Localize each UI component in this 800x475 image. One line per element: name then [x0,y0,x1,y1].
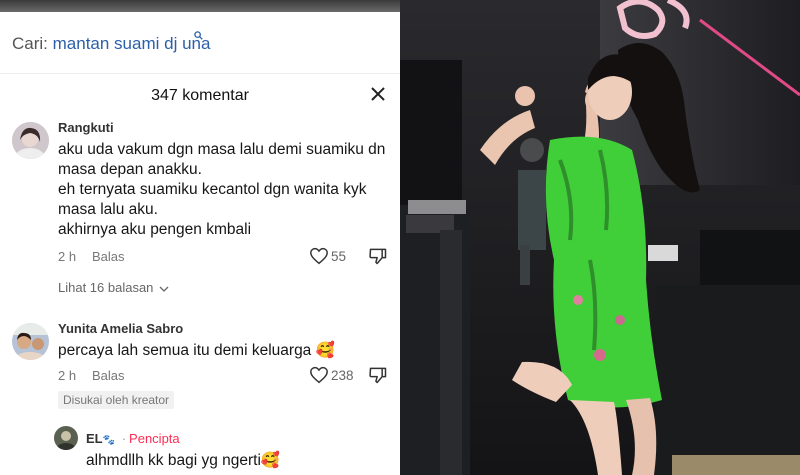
dislike-icon[interactable] [368,365,388,385]
heart-icon[interactable] [309,366,329,384]
search-icon[interactable] [194,31,203,40]
dislike-icon[interactable] [368,246,388,266]
reply-text: alhmdllh kk bagi yg ngerti🥰 [86,451,280,471]
search-query[interactable]: mantan suami dj una [53,34,211,53]
comment-username[interactable]: Rangkuti [58,120,114,135]
comment-username[interactable]: Yunita Amelia Sabro [58,321,183,336]
top-video-strip [0,0,400,12]
comment-line: aku uda vakum dgn masa lalu demi suamiku… [58,141,386,158]
close-icon[interactable] [368,84,388,104]
search-prefix: Cari: [12,34,53,53]
comment-line: masa depan anakku. [58,161,202,178]
comments-panel: Cari: mantan suami dj una 347 komentar R… [0,0,400,475]
reply-username[interactable]: EL🐾 · Pencipta [86,431,180,446]
creator-tag: Pencipta [129,431,180,446]
comment-line: percaya lah semua itu demi keluarga [58,342,312,359]
comments-header: 347 komentar [0,74,400,118]
like-count: 55 [331,249,347,264]
avatar[interactable] [54,426,78,450]
view-replies-link[interactable]: Lihat 16 balasan [58,280,169,295]
emoji: 🥰 [315,342,335,359]
video-scene [400,0,800,475]
chevron-down-icon [159,286,169,292]
paw-emoji: 🐾 [102,435,116,446]
reply-line: alhmdllh kk bagi yg ngerti [86,452,261,469]
reply-username-text: EL [86,431,103,446]
comment-line: masa lalu aku. [58,201,158,218]
separator: · [121,431,127,446]
search-text[interactable]: Cari: mantan suami dj una [12,34,210,54]
emoji: 🥰 [260,452,281,469]
heart-icon[interactable] [309,247,329,265]
reply-button[interactable]: Balas [92,249,125,264]
comment-line: eh ternyata suamiku kecantol dgn wanita … [58,181,367,198]
comment-time: 2 h [58,368,77,383]
video-frame[interactable] [400,0,800,475]
comment-line: akhirnya aku pengen kmbali [58,221,252,238]
like-count: 238 [331,368,354,383]
reply-button[interactable]: Balas [92,368,125,383]
comment-count: 347 komentar [151,87,249,104]
comment-text: percaya lah semua itu demi keluarga 🥰 [58,341,335,361]
avatar[interactable] [12,122,49,159]
view-replies-label: Lihat 16 balasan [58,280,154,295]
comment-time: 2 h [58,249,77,264]
search-bar[interactable]: Cari: mantan suami dj una [0,12,400,74]
comment-text: aku uda vakum dgn masa lalu demi suamiku… [58,140,385,240]
avatar[interactable] [12,323,49,360]
liked-by-creator-badge: Disukai oleh kreator [58,391,175,409]
